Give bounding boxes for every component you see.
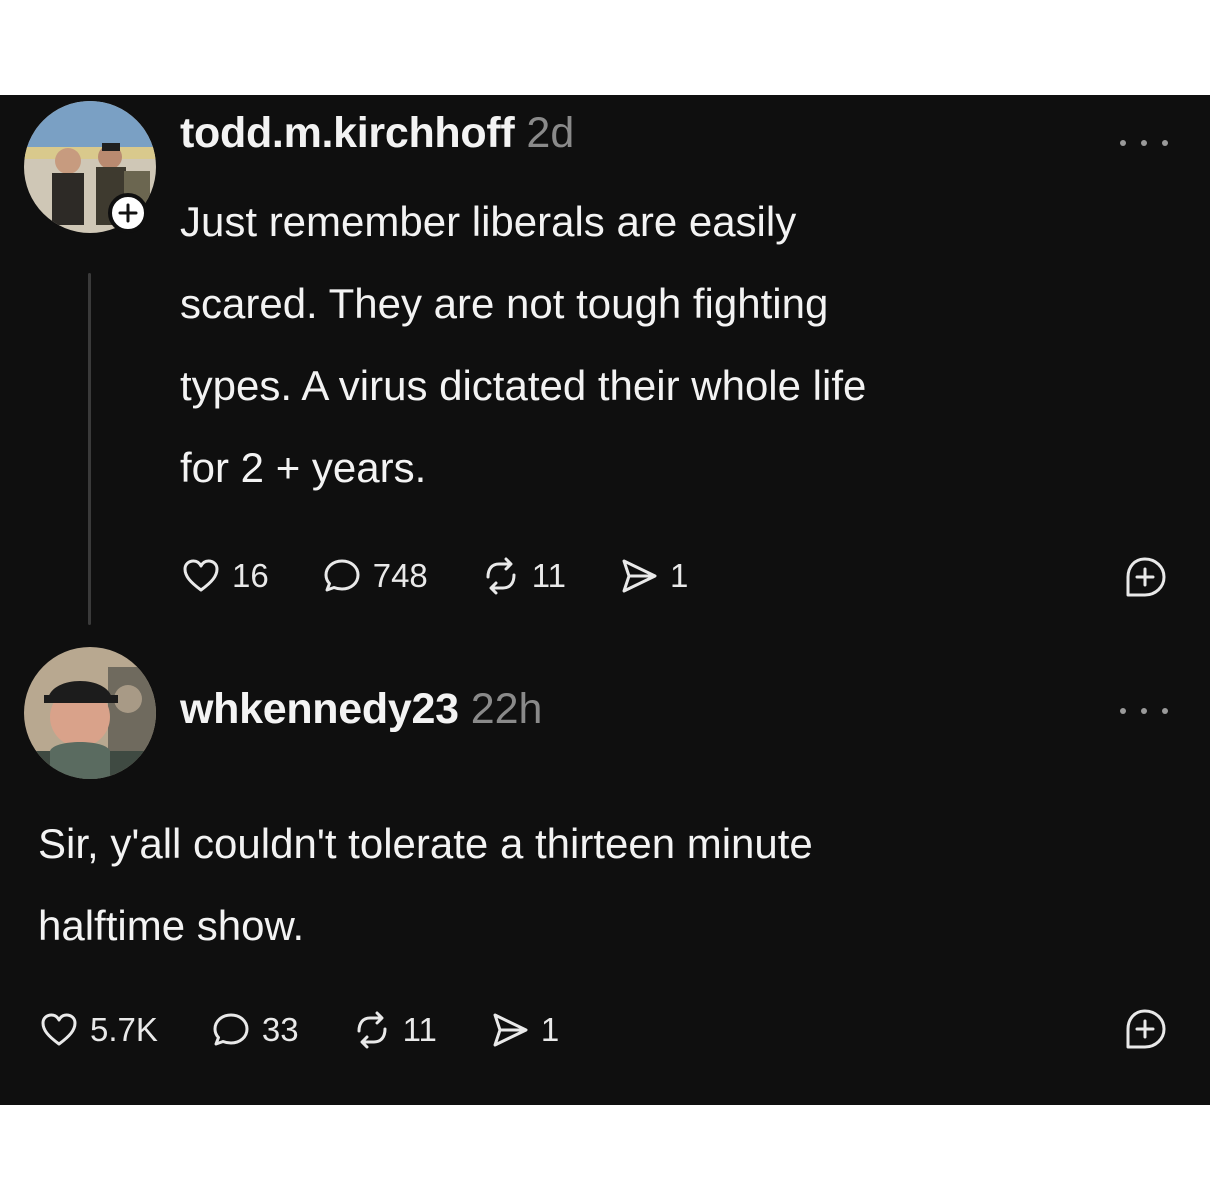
- reply-button[interactable]: 748: [321, 555, 428, 597]
- add-comment-button[interactable]: [1122, 555, 1168, 601]
- more-options-button[interactable]: [1116, 133, 1172, 153]
- more-dots-icon: [1120, 140, 1126, 146]
- add-comment-icon: [1126, 557, 1166, 597]
- add-comment-button[interactable]: [1122, 1007, 1168, 1053]
- reply-button[interactable]: 33: [210, 1009, 299, 1051]
- repost-count: 11: [531, 557, 567, 594]
- more-options-button[interactable]: [1116, 701, 1172, 721]
- timestamp[interactable]: 2d: [526, 109, 574, 158]
- more-dots-icon: [1120, 708, 1126, 714]
- speech-bubble-icon: [324, 559, 360, 592]
- post-header: todd.m.kirchhoff 2d: [180, 109, 574, 158]
- repost-icon: [357, 1011, 387, 1049]
- reply-count: 33: [261, 1011, 299, 1048]
- avatar[interactable]: [24, 647, 156, 779]
- share-button[interactable]: 1: [618, 555, 688, 597]
- repost-icon: [486, 557, 516, 595]
- action-bar: 5.7K 33 11 1: [38, 1005, 611, 1055]
- share-count: 1: [670, 557, 689, 594]
- repost-count: 11: [402, 1011, 437, 1048]
- username[interactable]: whkennedy23: [180, 685, 459, 734]
- action-bar: 16 748 11 1: [180, 551, 740, 601]
- post-header: whkennedy23 22h: [180, 685, 542, 734]
- reply-count: 748: [372, 557, 428, 594]
- share-count: 1: [540, 1011, 560, 1048]
- post-text-line: for 2 + years.: [180, 444, 427, 491]
- follow-button[interactable]: [108, 193, 148, 233]
- post-text-line: Sir, y'all couldn't tolerate a thirteen …: [38, 820, 813, 867]
- send-icon: [493, 1013, 528, 1047]
- profile-photo-icon: [24, 647, 156, 779]
- heart-icon: [183, 559, 219, 592]
- post-text-line: halftime show.: [38, 902, 305, 949]
- thread-panel: todd.m.kirchhoff 2d Just remember libera…: [0, 95, 1210, 1105]
- like-count: 16: [232, 557, 269, 594]
- speech-bubble-icon: [213, 1013, 249, 1046]
- like-button[interactable]: 5.7K: [38, 1009, 158, 1051]
- post-text: Sir, y'all couldn't tolerate a thirteen …: [38, 803, 813, 967]
- post-text-line: Just remember liberals are easily: [180, 198, 797, 245]
- send-icon: [622, 559, 657, 593]
- like-count: 5.7K: [90, 1011, 158, 1048]
- post-text-line: scared. They are not tough fighting: [180, 280, 829, 327]
- timestamp[interactable]: 22h: [471, 685, 543, 734]
- add-comment-icon: [1126, 1009, 1166, 1049]
- username[interactable]: todd.m.kirchhoff: [180, 109, 515, 158]
- repost-button[interactable]: 11: [351, 1009, 437, 1051]
- share-button[interactable]: 1: [489, 1009, 559, 1051]
- plus-icon: [118, 203, 138, 223]
- post-text: Just remember liberals are easily scared…: [180, 181, 866, 509]
- like-button[interactable]: 16: [180, 555, 269, 597]
- thread-line: [88, 273, 91, 625]
- post-text-line: types. A virus dictated their whole life: [180, 362, 867, 409]
- repost-button[interactable]: 11: [480, 555, 566, 597]
- heart-icon: [41, 1013, 77, 1046]
